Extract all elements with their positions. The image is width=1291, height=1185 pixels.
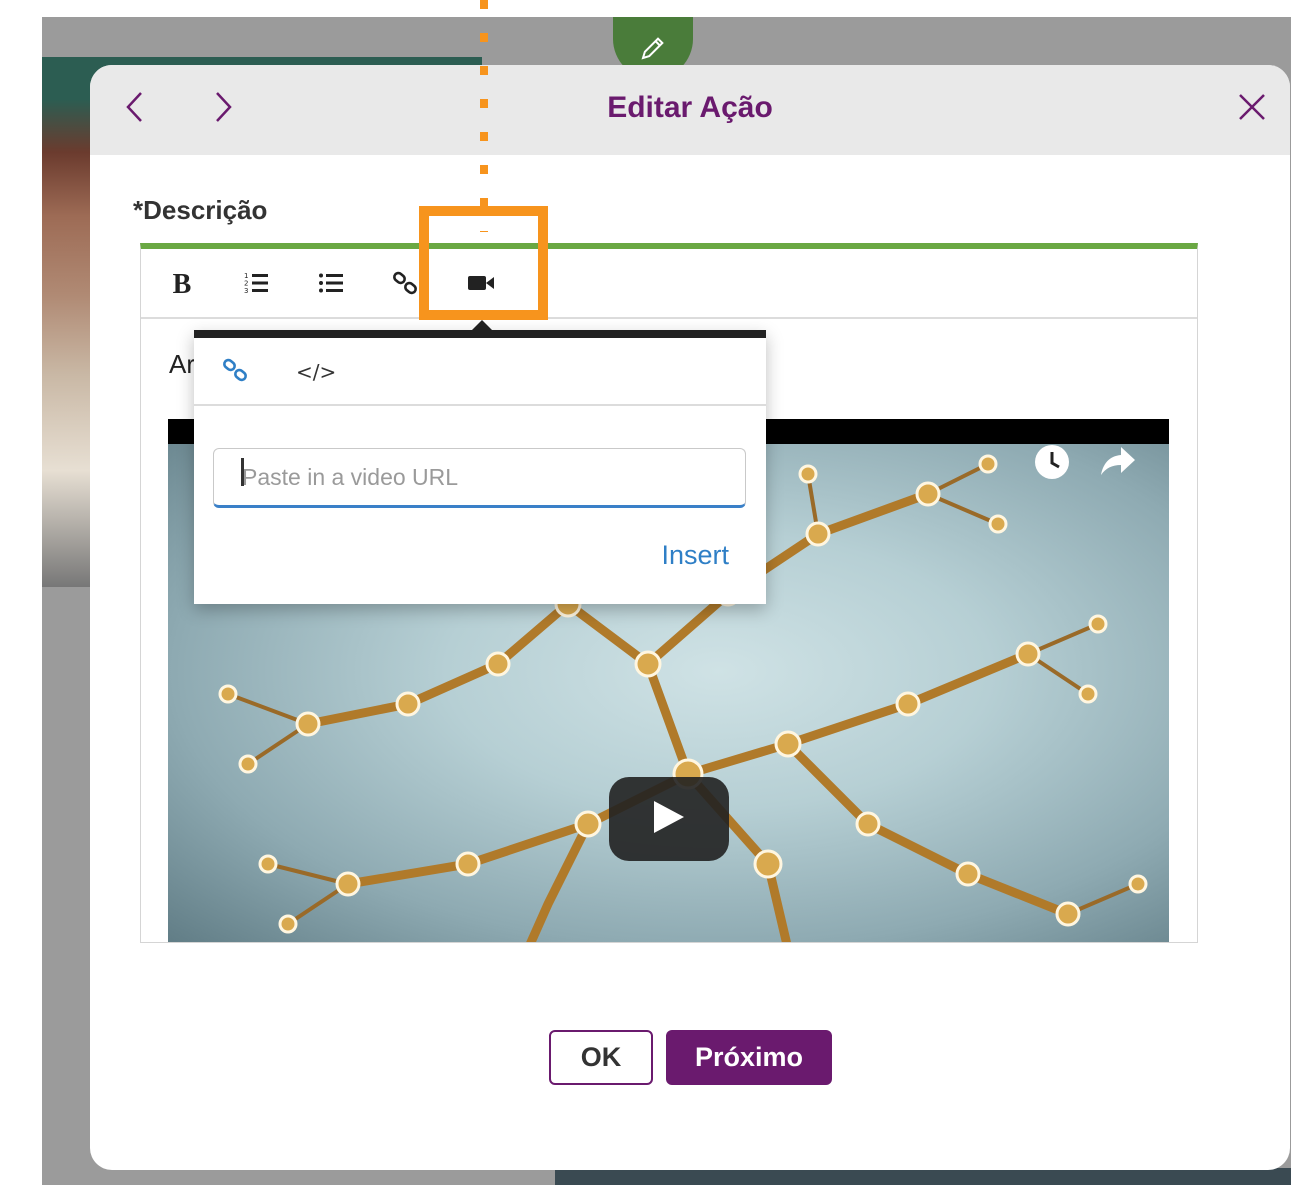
text-cursor: [241, 458, 244, 486]
ordered-list-button[interactable]: 123: [236, 265, 276, 305]
video-insert-popover: </> Insert: [194, 330, 766, 604]
annotation-dotted-line: [480, 0, 488, 232]
link-icon: [392, 270, 418, 301]
modal-header: Editar Ação: [90, 65, 1290, 155]
background-footer-strip: [555, 1168, 1291, 1185]
annotation-highlight-box: [419, 206, 548, 320]
watch-later-button[interactable]: [1033, 443, 1071, 486]
edit-action-modal: Editar Ação *Descrição B 123 Ar OK Próxi…: [90, 65, 1290, 1170]
pencil-icon: [638, 29, 668, 68]
popover-tabs: </>: [194, 338, 766, 406]
close-button[interactable]: [1228, 85, 1276, 133]
editor-content-text: Ar: [169, 349, 195, 379]
close-icon: [1237, 92, 1267, 127]
play-icon: [652, 799, 686, 840]
tab-video-link[interactable]: [222, 356, 248, 388]
bullet-list-button[interactable]: [311, 265, 351, 305]
bold-button[interactable]: B: [162, 265, 202, 305]
screenshot-stage: Editar Ação *Descrição B 123 Ar OK Próxi…: [0, 0, 1291, 1185]
insert-button[interactable]: Insert: [661, 540, 729, 571]
ok-button[interactable]: OK: [549, 1030, 653, 1085]
bullet-list-icon: [318, 270, 344, 301]
modal-title: Editar Ação: [607, 91, 773, 124]
link-icon: [222, 357, 248, 388]
share-button[interactable]: [1099, 443, 1137, 484]
clock-icon: [1033, 445, 1071, 485]
svg-text:3: 3: [244, 287, 248, 295]
share-arrow-icon: [1099, 447, 1137, 483]
play-button[interactable]: [609, 777, 729, 861]
next-button[interactable]: Próximo: [666, 1030, 832, 1085]
video-url-input[interactable]: [213, 448, 746, 508]
description-label: *Descrição: [133, 195, 268, 225]
editor-toolbar: B 123: [141, 249, 1197, 319]
tab-embed-code[interactable]: </>: [296, 356, 336, 388]
ordered-list-icon: 123: [243, 270, 269, 301]
